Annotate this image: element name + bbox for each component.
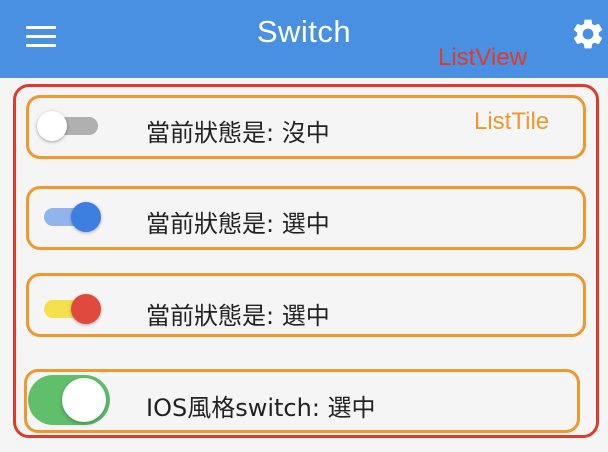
list-tile-title: 當前狀態是: 選中 bbox=[146, 302, 330, 330]
listtile-annotation-label: ListTile bbox=[474, 108, 550, 135]
list-tile-title: 當前狀態是: 選中 bbox=[146, 210, 330, 238]
list-tile-title: IOS風格switch: 選中 bbox=[146, 394, 376, 422]
list-tile-title: 當前狀態是: 沒中 bbox=[146, 119, 330, 147]
gear-icon[interactable] bbox=[570, 16, 606, 52]
listview-annotation-label: ListView bbox=[438, 44, 527, 71]
